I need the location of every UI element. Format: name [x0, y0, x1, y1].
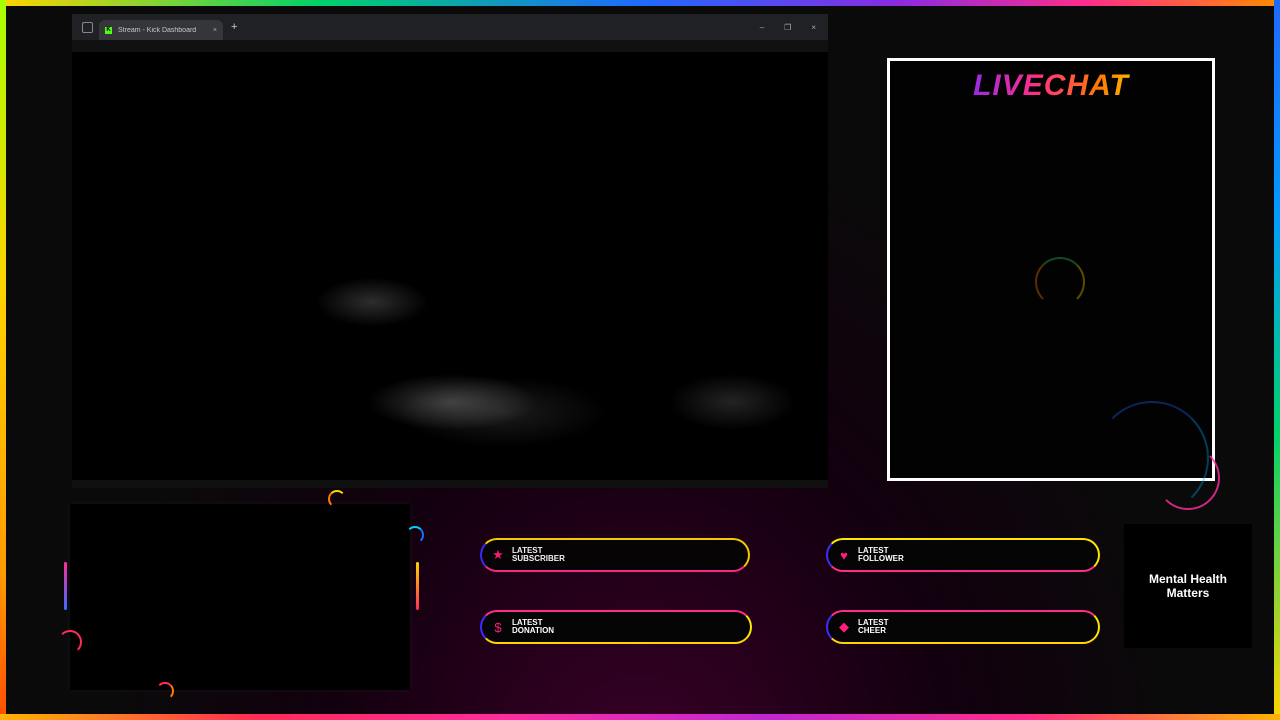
minimize-button[interactable]: –: [760, 23, 764, 32]
subscriber-line2: SUBSCRIBER: [512, 554, 565, 563]
loading-ring-icon: [1035, 257, 1085, 307]
browser-tab[interactable]: K Stream - Kick Dashboard ×: [99, 20, 223, 40]
window-controls: – ❐ ×: [760, 23, 816, 32]
frame-right-edge: [1274, 0, 1280, 720]
cam-arc-top: [328, 490, 346, 508]
chat-corner-glow: [1156, 446, 1220, 510]
browser-tab-bar: K Stream - Kick Dashboard × + – ❐ ×: [72, 14, 828, 40]
message-line2: Matters: [1166, 586, 1210, 600]
livechat-title: LIVECHAT: [890, 69, 1212, 103]
mental-health-message: Mental Health Matters: [1124, 524, 1252, 648]
tab-actions-icon[interactable]: [82, 21, 93, 33]
dollar-icon: $: [494, 619, 502, 635]
latest-donation-pill: $ LATEST DONATION: [480, 610, 752, 644]
latest-follower-pill: ♥ LATEST FOLLOWER: [826, 538, 1100, 572]
browser-capture: K Stream - Kick Dashboard × + – ❐ ×: [72, 14, 828, 488]
cam-arc-bottom: [156, 682, 174, 700]
restore-button[interactable]: ❐: [784, 23, 791, 32]
tab-close-icon[interactable]: ×: [213, 27, 217, 34]
webcam-frame: [70, 504, 410, 690]
cam-arc-right: [406, 526, 424, 544]
star-icon: ★: [492, 547, 504, 562]
kick-logo-icon: K: [105, 26, 112, 34]
cam-arc-left: [58, 630, 82, 654]
cheer-line2: CHEER: [858, 626, 887, 635]
new-tab-button[interactable]: +: [231, 21, 237, 33]
livechat-panel: LIVECHAT: [887, 58, 1215, 515]
follower-line2: FOLLOWER: [858, 554, 904, 563]
latest-subscriber-pill: ★ LATEST SUBSCRIBER: [480, 538, 750, 572]
donation-line2: DONATION: [512, 626, 555, 635]
cam-left-glow: [64, 562, 67, 610]
stream-video-preview: [72, 52, 828, 488]
frame-bottom-edge: [0, 714, 1280, 720]
heart-icon: ♥: [840, 547, 848, 563]
tab-title: Stream - Kick Dashboard: [118, 26, 197, 34]
windows-taskbar: [72, 480, 828, 488]
frame-left-edge: [0, 0, 6, 720]
latest-cheer-pill: ◆ LATEST CHEER: [826, 610, 1100, 644]
cam-right-glow: [416, 562, 419, 610]
overlay-stage: K Stream - Kick Dashboard × + – ❐ × LIVE…: [6, 6, 1274, 714]
diamond-icon: ◆: [839, 619, 849, 634]
message-line1: Mental Health: [1148, 572, 1227, 586]
close-window-button[interactable]: ×: [811, 23, 816, 32]
